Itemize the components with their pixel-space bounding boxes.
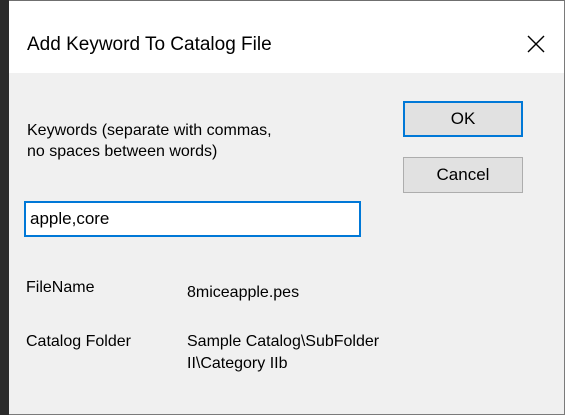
- title-bar: Add Keyword To Catalog File: [1, 1, 564, 73]
- catalog-folder-value-line1: Sample Catalog\SubFolder: [187, 333, 380, 350]
- keywords-instruction-line2: no spaces between words): [27, 143, 218, 160]
- filename-value: 8miceapple.pes: [187, 284, 300, 301]
- catalog-folder-label: Catalog Folder: [26, 333, 131, 350]
- dialog-title: Add Keyword To Catalog File: [27, 34, 272, 55]
- dialog-body: Keywords (separate with commas, no space…: [10, 73, 564, 414]
- ok-button[interactable]: OK: [403, 101, 523, 137]
- filename-label: FileName: [26, 279, 95, 296]
- close-icon: [527, 35, 545, 53]
- cancel-button[interactable]: Cancel: [403, 157, 523, 193]
- catalog-folder-value-line2: II\Category IIb: [187, 355, 288, 372]
- keywords-input[interactable]: [24, 201, 361, 237]
- add-keyword-dialog: Add Keyword To Catalog File Keywords (se…: [0, 0, 565, 415]
- close-button[interactable]: [508, 15, 564, 73]
- keywords-instruction-line1: Keywords (separate with commas,: [27, 122, 272, 139]
- window-left-edge: [0, 0, 9, 415]
